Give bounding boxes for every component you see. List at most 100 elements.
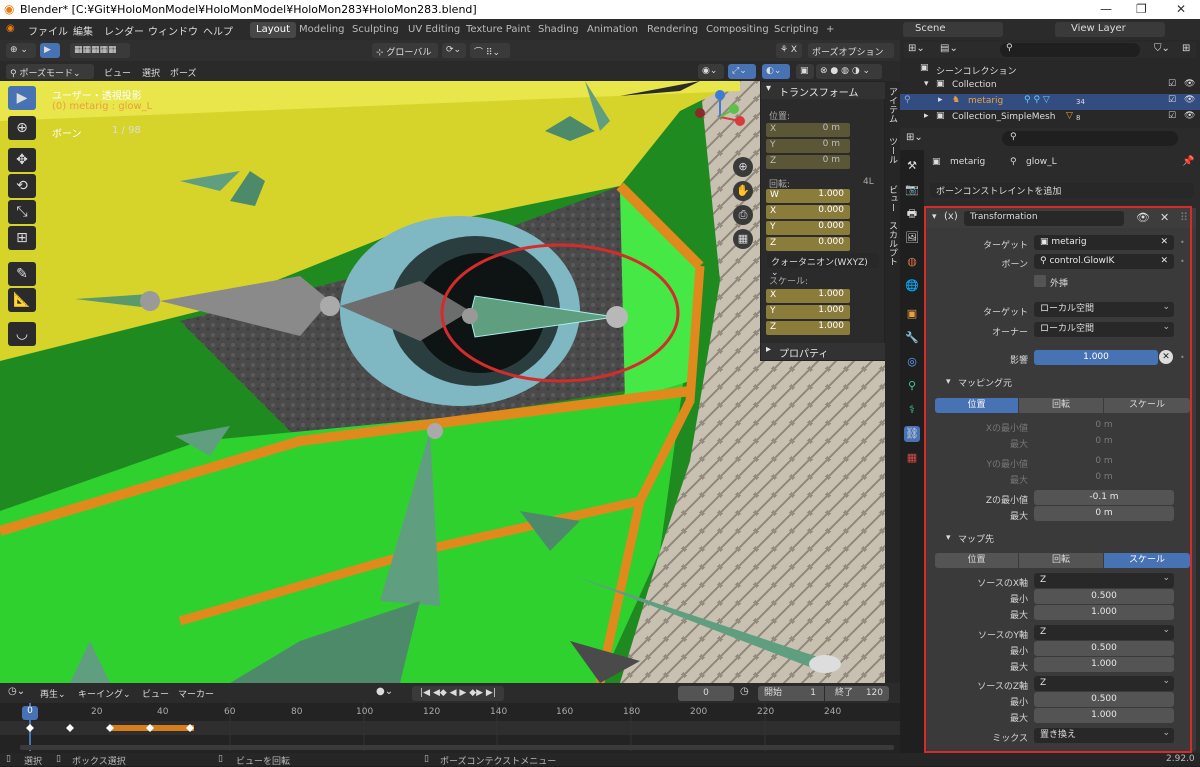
exclude-checkbox[interactable]: ☑ <box>1168 79 1176 89</box>
clock-icon[interactable]: ◷ <box>740 686 749 697</box>
properties-panel-header[interactable]: ▸ プロパティ <box>761 343 885 360</box>
influence-slider[interactable]: 1.000 <box>1034 350 1158 365</box>
tab-layout[interactable]: Layout <box>250 22 296 38</box>
tab-item[interactable]: アイテム <box>886 87 899 123</box>
tab-modeling[interactable]: Modeling <box>293 22 351 38</box>
view-layer-tab-icon[interactable]: 🖼 <box>904 230 920 246</box>
scale-z-max-field[interactable]: 1.000 <box>1034 708 1174 723</box>
navigation-gizmo[interactable] <box>690 87 750 147</box>
outliner-row-metarig[interactable]: ⚲ ▸ ♞ metarig ⚲ ⚲ ▽ 34 ☑ 👁 <box>900 94 1200 110</box>
menu-window[interactable]: ウィンドウ <box>148 23 198 38</box>
rotation-w-field[interactable]: W 1.000 <box>766 189 850 203</box>
maximize-icon[interactable]: ❐ <box>1136 2 1147 16</box>
physics-tab-icon[interactable]: ◎ <box>904 354 920 370</box>
tab-tool[interactable]: ツール <box>886 137 899 164</box>
select-mode-icon[interactable]: ▶ <box>40 43 60 58</box>
new-collection-icon[interactable]: ⊞ <box>1182 43 1190 54</box>
menu-render[interactable]: レンダー <box>104 23 144 38</box>
x-max-field[interactable]: 0 m <box>1034 434 1174 449</box>
xray-icon[interactable]: ▣ <box>796 64 814 79</box>
timeline-view-menu[interactable]: ビュー <box>142 687 169 700</box>
clear-icon[interactable]: ✕ <box>1160 254 1168 269</box>
tab-rendering[interactable]: Rendering <box>641 22 704 38</box>
rotation-z-field[interactable]: Z 0.000 <box>766 237 850 251</box>
blender-menu-icon[interactable]: ◉ <box>6 23 15 34</box>
bone-tab-icon[interactable]: ⚕ <box>904 402 920 418</box>
modifier-tab-icon[interactable]: 🔧 <box>904 330 920 346</box>
bone-roll-tool-icon[interactable]: ◡ <box>8 322 36 346</box>
scale-z-min-field[interactable]: 0.500 <box>1034 692 1174 707</box>
source-x-dropdown[interactable]: Z <box>1034 571 1174 588</box>
disclosure-icon[interactable]: ▸ <box>938 95 943 105</box>
tab-texture-paint[interactable]: Texture Paint <box>460 22 537 38</box>
menu-help[interactable]: ヘルプ <box>203 23 233 38</box>
clear-icon[interactable]: ✕ <box>1160 235 1168 250</box>
y-max-field[interactable]: 0 m <box>1034 470 1174 485</box>
keyframe-dot-icon[interactable]: • <box>1180 353 1185 362</box>
rotation-y-field[interactable]: Y 0.000 <box>766 221 850 235</box>
scale-x-field[interactable]: X 1.000 <box>766 289 850 303</box>
location-x-field[interactable]: X0 m <box>766 123 850 137</box>
scale-y-field[interactable]: Y 1.000 <box>766 305 850 319</box>
tab-shading[interactable]: Shading <box>532 22 585 38</box>
add-bone-constraint-dropdown[interactable]: ボーンコンストレイントを追加 <box>930 183 1194 198</box>
outliner-type-icon[interactable]: ⊞⌄ <box>908 43 925 54</box>
source-y-dropdown[interactable]: Z <box>1034 623 1174 640</box>
outliner-row-scene-collection[interactable]: ▣ シーンコレクション <box>900 62 1200 78</box>
owner-space-dropdown[interactable]: ローカル空間 <box>1034 320 1174 337</box>
keyframe-dot-icon[interactable]: • <box>1180 238 1185 247</box>
menu-select[interactable]: 選択 <box>138 64 164 79</box>
playback-controls[interactable]: |◀ ◀◆ ◀ ▶ ◆▶ ▶| <box>412 686 504 701</box>
drag-handle-icon[interactable]: ⠿ <box>1180 211 1188 224</box>
extrapolate-checkbox[interactable] <box>1034 275 1046 287</box>
keying-menu[interactable]: キーイング⌄ <box>78 687 131 700</box>
map-from-location-tab[interactable]: 位置 <box>935 398 1018 413</box>
texture-tab-icon[interactable]: ▦ <box>904 450 920 466</box>
map-to-header[interactable]: マップ先 <box>958 532 994 545</box>
properties-type-icon[interactable]: ⊞⌄ <box>906 132 923 143</box>
render-tab-icon[interactable]: 📷 <box>904 182 920 198</box>
shading-modes[interactable]: ⊗ ● ◍ ◑ ⌄ <box>816 64 882 79</box>
cursor-tool-icon[interactable]: ⊕ <box>8 116 36 140</box>
mirror-x-toggle[interactable]: ⚘ X <box>776 43 802 58</box>
gizmo-icon[interactable]: ⤢⌄ <box>728 64 756 79</box>
current-frame-indicator[interactable]: 0 <box>22 706 38 720</box>
visibility-eye-icon[interactable]: 👁 <box>1184 111 1195 121</box>
scale-y-min-field[interactable]: 0.500 <box>1034 641 1174 656</box>
camera-icon[interactable]: ⎙ <box>733 205 753 225</box>
record-icon[interactable]: ●⌄ <box>376 686 393 697</box>
playback-menu[interactable]: 再生⌄ <box>40 687 66 700</box>
rotation-x-field[interactable]: X 0.000 <box>766 205 850 219</box>
disclosure-icon[interactable]: ▾ <box>924 79 929 89</box>
filter-icon[interactable]: ⛉⌄ <box>1154 43 1170 54</box>
properties-search[interactable]: ⚲ <box>1002 131 1178 146</box>
y-min-field[interactable]: 0 m <box>1034 454 1174 469</box>
constraint-name-field[interactable]: Transformation <box>964 211 1124 226</box>
menu-pose[interactable]: ポーズ <box>166 64 201 79</box>
pin-icon[interactable]: 📌 <box>1182 156 1194 167</box>
bone-target-field[interactable]: ⚲ control.GlowIK ✕ <box>1034 254 1174 269</box>
location-y-field[interactable]: Y0 m <box>766 139 850 153</box>
scene-tab-icon[interactable]: ◍ <box>904 254 920 270</box>
outliner-row-collection[interactable]: ▾ ▣ Collection ☑ 👁 <box>900 78 1200 94</box>
tab-scripting[interactable]: Scripting <box>768 22 824 38</box>
disable-keep-transform-icon[interactable]: ✕ <box>1159 350 1173 364</box>
mode-dropdown[interactable]: ⚲ ポーズモード⌄ <box>6 64 94 79</box>
rotation-mode-dropdown[interactable]: クォータニオン(WXYZ) ⌄ <box>767 253 879 278</box>
visibility-eye-icon[interactable]: 👁 <box>1184 95 1195 105</box>
overlay-icon[interactable]: ◐⌄ <box>762 64 790 79</box>
source-z-dropdown[interactable]: Z <box>1034 674 1174 691</box>
move-tool-icon[interactable]: ✥ <box>8 148 36 172</box>
scale-tool-icon[interactable]: ⤡ <box>8 200 36 224</box>
select-box-tool-icon[interactable]: ▶ <box>8 86 36 110</box>
menu-view[interactable]: ビュー <box>100 64 135 79</box>
measure-tool-icon[interactable]: 📐 <box>8 288 36 312</box>
scene-selector[interactable]: Scene <box>903 22 1003 37</box>
scale-x-min-field[interactable]: 0.500 <box>1034 589 1174 604</box>
output-tab-icon[interactable]: 🖶 <box>904 206 920 222</box>
outliner-row-simplemesh[interactable]: ▸ ▣ Collection_SimpleMesh ▽ 8 ☑ 👁 <box>900 110 1200 126</box>
scale-z-field[interactable]: Z 1.000 <box>766 321 850 335</box>
timeline-type-icon[interactable]: ◷⌄ <box>8 686 25 697</box>
transform-panel-header[interactable]: ▾ トランスフォーム <box>761 82 885 99</box>
x-min-field[interactable]: 0 m <box>1034 418 1174 433</box>
